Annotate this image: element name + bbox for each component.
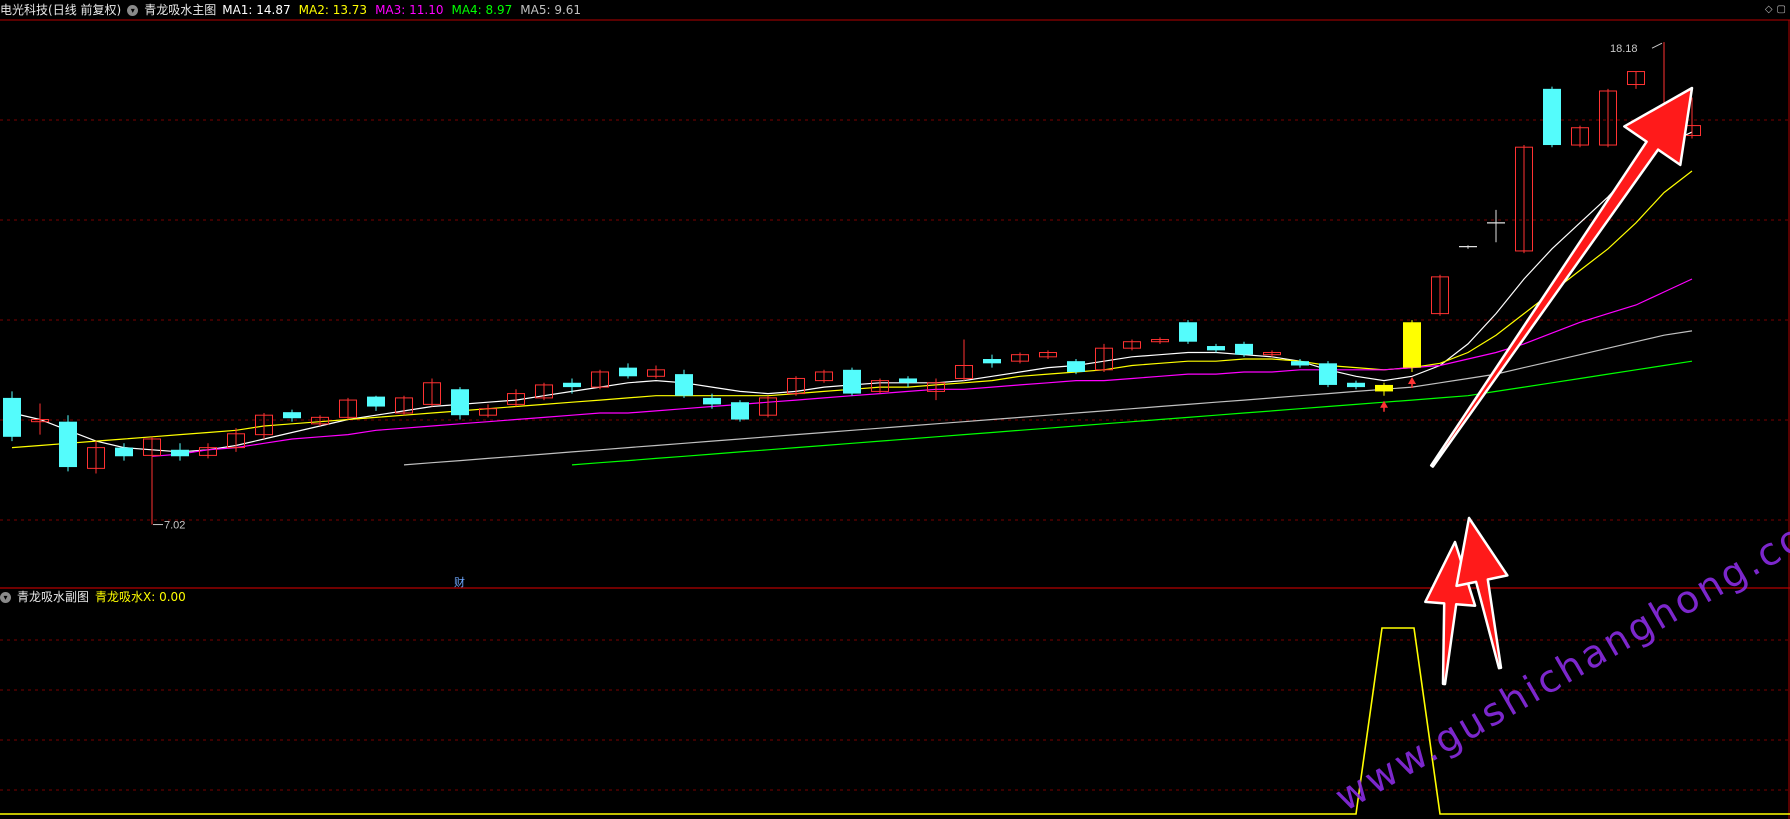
- main-panel-header: 电光科技 (日线 前复权) ▾ 青龙吸水主图 MA1: 14.87 MA2: 13…: [0, 1, 595, 19]
- ma-legend-item-5: MA5: 9.61: [520, 3, 582, 17]
- candle-body: [1235, 343, 1253, 355]
- candle-body: [451, 389, 469, 416]
- candle-body: [171, 449, 189, 457]
- candle-body: [3, 397, 21, 437]
- candle: [1235, 341, 1253, 357]
- candle-body: [59, 421, 77, 468]
- candle: [1067, 359, 1085, 375]
- panel-controls: ◇ ▢: [1761, 4, 1786, 15]
- candle-body: [367, 396, 385, 407]
- candle-body: [1207, 346, 1225, 351]
- candle-body: [1319, 363, 1337, 385]
- period-label: (日线 前复权): [48, 3, 122, 17]
- ma-legend-item-4: MA4: 8.97: [451, 3, 513, 17]
- candle-body: [283, 412, 301, 419]
- candle-body: [619, 367, 637, 377]
- sub-indicator-value: 青龙吸水X: 0.00: [95, 590, 186, 604]
- chevron-down-icon[interactable]: ▾: [127, 4, 139, 16]
- candle-body: [115, 447, 133, 457]
- candle: [1179, 320, 1197, 344]
- candle: [1543, 86, 1561, 148]
- candle: [731, 400, 749, 422]
- candle: [1319, 361, 1337, 388]
- ma-legend-item-3: MA3: 11.10: [375, 3, 444, 17]
- candle-body: [563, 382, 581, 388]
- stock-name: 电光科技: [0, 3, 49, 17]
- candle: [3, 391, 21, 442]
- sub-indicator-name[interactable]: 青龙吸水副图: [17, 588, 89, 606]
- candle-body: [1291, 361, 1309, 366]
- candle-body: [1347, 382, 1365, 388]
- candle-body: [983, 359, 1001, 364]
- restore-window-icon[interactable]: ▢: [1777, 4, 1786, 15]
- candle-body: [1179, 322, 1197, 342]
- candle-body: [899, 378, 917, 383]
- ma-legend-item-1: MA1: 14.87: [222, 3, 291, 17]
- ma-legend: MA1: 14.87 MA2: 13.73 MA3: 11.10 MA4: 8.97 M…: [222, 1, 589, 19]
- candle-body: [703, 397, 721, 405]
- ma-legend-item-2: MA2: 13.73: [298, 3, 368, 17]
- low-price-label: 7.02: [164, 520, 185, 532]
- chevron-down-icon[interactable]: ▾: [0, 591, 11, 603]
- candle-body: [731, 402, 749, 420]
- diamond-icon[interactable]: ◇: [1765, 4, 1773, 15]
- candle-body: [1375, 384, 1393, 392]
- candle-body: [1067, 361, 1085, 372]
- candle-body: [1543, 88, 1561, 146]
- candle: [843, 367, 861, 396]
- main-indicator-name[interactable]: 青龙吸水主图: [144, 1, 216, 19]
- candle: [59, 415, 77, 472]
- candle-body: [843, 369, 861, 394]
- high-price-label: 18.18: [1610, 43, 1638, 55]
- sub-panel-header: ▾ 青龙吸水副图 青龙吸水X: 0.00: [0, 588, 192, 606]
- candle-body: [1403, 322, 1421, 368]
- candle-body: [675, 374, 693, 396]
- candle: [451, 387, 469, 420]
- finance-event-marker[interactable]: 财: [454, 575, 465, 589]
- chart-canvas[interactable]: 18.18 7.02 财 www.gushichanghong.com: [0, 0, 1790, 819]
